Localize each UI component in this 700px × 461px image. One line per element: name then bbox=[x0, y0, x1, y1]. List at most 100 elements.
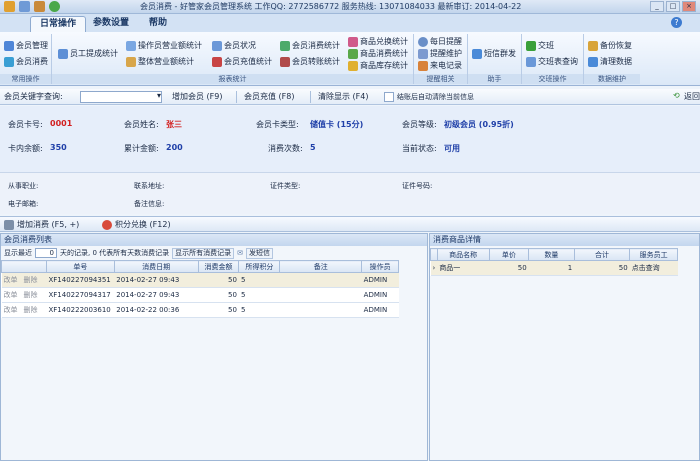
staff-commission-button[interactable]: 员工提成统计 bbox=[58, 48, 118, 60]
operator-revenue-label: 操作员营业额统计 bbox=[138, 41, 202, 50]
goods-exchange-button[interactable]: 商品兑换统计 bbox=[348, 36, 408, 48]
recent-days-input[interactable]: 0 bbox=[35, 248, 57, 258]
table-row[interactable]: 改单 删除 XF140222003610 2014-02-22 00:36 50 … bbox=[1, 302, 399, 318]
member-extra-panel: 从事职业: 联系地址: 证件类型: 证件号码: 电子邮箱: 备注信息: bbox=[0, 172, 700, 214]
send-sms-button[interactable]: 发短信 bbox=[246, 247, 274, 259]
member-manage-button[interactable]: 会员管理 bbox=[4, 40, 48, 52]
auto-clear-checkbox[interactable] bbox=[384, 92, 394, 102]
member-manage-label: 会员管理 bbox=[16, 41, 48, 50]
query-label: 会员关键字查询: bbox=[4, 92, 63, 101]
level-value: 初级会员 (0.95折) bbox=[444, 120, 514, 129]
sms-bulk-label: 短信群发 bbox=[484, 49, 516, 58]
tab-help[interactable]: 帮助 bbox=[140, 16, 176, 32]
col-order-no[interactable]: 单号 bbox=[45, 260, 115, 273]
edit-order-link[interactable]: 改单 bbox=[4, 291, 18, 299]
consume-stats-button[interactable]: 会员消费统计 bbox=[280, 40, 340, 52]
total-revenue-button[interactable]: 整体营业额统计 bbox=[126, 56, 194, 68]
operator-revenue-button[interactable]: 操作员营业额统计 bbox=[126, 40, 202, 52]
date-cell: 2014-02-22 00:36 bbox=[114, 302, 199, 318]
show-all-button[interactable]: 显示所有消费记录 bbox=[172, 247, 235, 259]
title-bar: 会员消费 - 好管家会员管理系统 工作QQ: 2772586772 服务热线: … bbox=[0, 0, 700, 14]
ribbon-tabs: 日常操作 参数设置 帮助 ? bbox=[0, 14, 700, 32]
card-no-label: 会员卡号: bbox=[8, 120, 43, 129]
col-note[interactable]: 备注 bbox=[279, 260, 363, 273]
back-icon[interactable]: ⟲ bbox=[673, 91, 680, 100]
col-actions bbox=[1, 260, 47, 273]
col-goods-name[interactable]: 商品名称 bbox=[436, 248, 490, 261]
maximize-button[interactable]: □ bbox=[666, 1, 680, 12]
add-consume-button[interactable]: 增加消费 (F5, +) bbox=[4, 219, 79, 230]
col-amount[interactable]: 消费金额 bbox=[197, 260, 240, 273]
order-no-cell: XF140227094317 bbox=[46, 287, 115, 303]
delete-link[interactable]: 删除 bbox=[24, 306, 38, 314]
points-icon bbox=[102, 219, 112, 230]
goods-icon bbox=[348, 49, 358, 59]
total-revenue-label: 整体营业额统计 bbox=[138, 57, 194, 66]
staff-query-link[interactable]: 点击查询 bbox=[629, 260, 678, 276]
goods-stock-button[interactable]: 商品库存统计 bbox=[348, 60, 408, 72]
folder-icon[interactable] bbox=[34, 1, 45, 12]
group-label-helper: 助手 bbox=[468, 74, 521, 84]
col-points[interactable]: 所得积分 bbox=[238, 260, 281, 273]
save-icon[interactable] bbox=[19, 1, 30, 12]
shift-button[interactable]: 交班 bbox=[526, 40, 554, 52]
tab-settings[interactable]: 参数设置 bbox=[84, 16, 138, 32]
points-cell: 5 bbox=[238, 302, 280, 318]
transfer-stats-button[interactable]: 会员转账统计 bbox=[280, 56, 340, 68]
goods-detail-pane: 消费商品详情 商品名称 单价 数量 合计 服务员工 › 商品一 50 1 50 … bbox=[429, 233, 700, 461]
consume-list-pane: 会员消费列表 显示最近 0 天的记录, 0 代表所有天数消费记录 显示所有消费记… bbox=[0, 233, 428, 461]
sum-cell: 50 bbox=[574, 260, 630, 276]
phone-icon bbox=[418, 61, 428, 71]
clean-data-button[interactable]: 清理数据 bbox=[588, 56, 632, 68]
points-exchange-button[interactable]: 积分兑换 (F12) bbox=[102, 219, 171, 230]
daily-remind-button[interactable]: 每日提醒 bbox=[418, 36, 462, 48]
backup-icon bbox=[588, 41, 598, 51]
clear-display-button[interactable]: 清除显示 (F4) bbox=[318, 91, 368, 102]
col-date[interactable]: 消费日期 bbox=[113, 260, 199, 273]
col-qty[interactable]: 数量 bbox=[528, 248, 575, 261]
table-row[interactable]: › 商品一 50 1 50 点击查询 bbox=[430, 260, 678, 276]
delete-link[interactable]: 删除 bbox=[24, 276, 38, 284]
table-row[interactable]: 改单 删除 XF140227094317 2014-02-27 09:43 50 … bbox=[1, 287, 399, 303]
col-staff[interactable]: 服务员工 bbox=[629, 248, 678, 261]
query-bar: 会员关键字查询: ▾ 增加会员 (F9) 会员充值 (F8) 清除显示 (F4)… bbox=[0, 89, 700, 105]
sms-icon: ✉ bbox=[237, 249, 244, 257]
table-icon bbox=[526, 57, 536, 67]
backup-button[interactable]: 备份恢复 bbox=[588, 40, 632, 52]
add-member-button[interactable]: 增加会员 (F9) bbox=[172, 91, 222, 102]
close-button[interactable]: × bbox=[682, 1, 696, 12]
sms-bulk-button[interactable]: 短信群发 bbox=[472, 48, 516, 60]
remind-maintain-button[interactable]: 提醒维护 bbox=[418, 48, 462, 60]
consume-table: 单号 消费日期 消费金额 所得积分 备注 操作员 改单 删除 XF14022709… bbox=[1, 260, 399, 318]
member-consume-button[interactable]: 会员消费 bbox=[4, 56, 48, 68]
minimize-button[interactable]: _ bbox=[650, 1, 664, 12]
card-type-label: 会员卡类型: bbox=[256, 120, 299, 129]
refresh-icon[interactable] bbox=[49, 1, 60, 12]
goods-consume-button[interactable]: 商品消费统计 bbox=[348, 48, 408, 60]
shift-query-button[interactable]: 交班表查询 bbox=[526, 56, 578, 68]
order-no-cell: XF140227094351 bbox=[46, 272, 115, 288]
window-controls: _ □ × bbox=[650, 1, 696, 12]
amount-cell: 50 bbox=[198, 272, 239, 288]
recharge-stats-button[interactable]: 会员充值统计 bbox=[212, 56, 272, 68]
recharge-button[interactable]: 会员充值 (F8) bbox=[244, 91, 294, 102]
member-status-button[interactable]: 会员状况 bbox=[212, 40, 256, 52]
dropdown-arrow-icon[interactable]: ▾ bbox=[157, 91, 161, 100]
col-price[interactable]: 单价 bbox=[488, 248, 530, 261]
call-record-button[interactable]: 来电记录 bbox=[418, 60, 462, 72]
app-icon[interactable] bbox=[4, 1, 15, 12]
back-button[interactable]: 返回 bbox=[684, 91, 700, 102]
help-icon[interactable]: ? bbox=[671, 17, 682, 28]
points-cell: 5 bbox=[238, 287, 280, 303]
tab-daily[interactable]: 日常操作 bbox=[30, 16, 87, 32]
edit-order-link[interactable]: 改单 bbox=[4, 306, 18, 314]
table-row[interactable]: 改单 删除 XF140227094351 2014-02-27 09:43 50 … bbox=[1, 272, 399, 288]
col-sum[interactable]: 合计 bbox=[573, 248, 631, 261]
consume-stats-label: 会员消费统计 bbox=[292, 41, 340, 50]
chart-icon bbox=[126, 41, 136, 51]
member-search-input[interactable] bbox=[80, 91, 162, 103]
delete-link[interactable]: 删除 bbox=[24, 291, 38, 299]
date-cell: 2014-02-27 09:43 bbox=[114, 272, 199, 288]
edit-order-link[interactable]: 改单 bbox=[4, 276, 18, 284]
col-operator[interactable]: 操作员 bbox=[361, 260, 399, 273]
